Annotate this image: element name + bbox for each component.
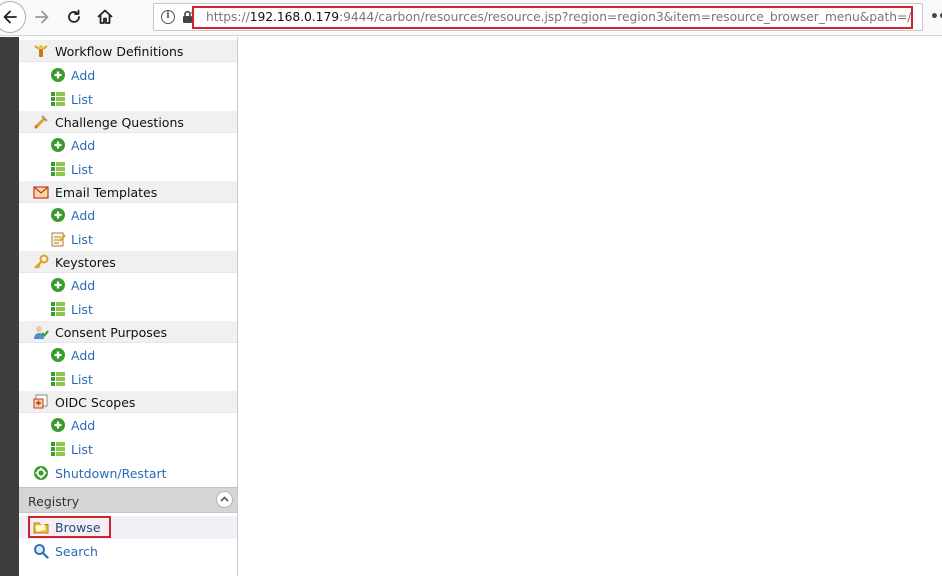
list-icon bbox=[51, 92, 65, 106]
list-label: List bbox=[71, 162, 93, 177]
add-icon bbox=[51, 68, 65, 82]
add-icon bbox=[51, 418, 65, 432]
search-label: Search bbox=[55, 544, 98, 559]
list-label: List bbox=[71, 92, 93, 107]
add-label: Add bbox=[71, 278, 96, 293]
section-workflow-definitions: Workflow Definitions bbox=[19, 40, 237, 62]
section-oidc-scopes: OIDC Scopes bbox=[19, 391, 237, 413]
section-title: Workflow Definitions bbox=[55, 44, 184, 59]
gear-icon bbox=[34, 466, 48, 480]
home-button[interactable] bbox=[92, 3, 118, 31]
list-icon bbox=[51, 372, 65, 386]
main-content-area bbox=[239, 37, 942, 576]
list-icon bbox=[51, 162, 65, 176]
challenge-add-link[interactable]: Add bbox=[19, 134, 237, 156]
keystores-add-link[interactable]: Add bbox=[19, 274, 237, 296]
arrow-right-icon bbox=[35, 10, 49, 24]
registry-title: Registry bbox=[28, 494, 80, 509]
home-icon bbox=[97, 9, 113, 24]
section-title: Consent Purposes bbox=[55, 325, 167, 340]
url-host: 192.168.0.179 bbox=[249, 10, 340, 24]
section-email-templates: Email Templates bbox=[19, 181, 237, 203]
arrow-left-icon bbox=[3, 10, 17, 24]
registry-search-link[interactable]: Search bbox=[19, 540, 237, 562]
reload-icon bbox=[68, 9, 80, 23]
add-icon bbox=[51, 208, 65, 222]
shutdown-label: Shutdown/Restart bbox=[55, 466, 167, 481]
collapse-button[interactable] bbox=[216, 491, 233, 508]
add-icon bbox=[51, 138, 65, 152]
notepad-list-icon bbox=[51, 232, 66, 247]
oidc-add-link[interactable]: Add bbox=[19, 414, 237, 436]
add-label: Add bbox=[71, 348, 96, 363]
forward-button[interactable] bbox=[30, 3, 54, 31]
reload-button[interactable] bbox=[62, 3, 86, 31]
section-challenge-questions: Challenge Questions bbox=[19, 111, 237, 133]
add-icon bbox=[51, 278, 65, 292]
list-label: List bbox=[71, 372, 93, 387]
consent-list-link[interactable]: List bbox=[19, 368, 237, 390]
workflow-list-link[interactable]: List bbox=[19, 88, 237, 110]
section-title: Email Templates bbox=[55, 185, 158, 200]
workflow-add-link[interactable]: Add bbox=[19, 64, 237, 86]
browser-toolbar: i https://192.168.0.179:9444/carbon/reso… bbox=[0, 0, 942, 36]
left-dark-strip bbox=[0, 37, 19, 576]
challenge-list-link[interactable]: List bbox=[19, 158, 237, 180]
list-label: List bbox=[71, 232, 93, 247]
email-add-link[interactable]: Add bbox=[19, 204, 237, 226]
section-keystores: Keystores bbox=[19, 251, 237, 273]
oidc-list-link[interactable]: List bbox=[19, 438, 237, 460]
back-button[interactable] bbox=[0, 1, 26, 33]
info-icon[interactable]: i bbox=[161, 10, 175, 24]
email-icon bbox=[33, 186, 49, 199]
chevron-up-icon bbox=[220, 496, 229, 502]
search-icon bbox=[34, 544, 49, 559]
list-label: List bbox=[71, 302, 93, 317]
sidebar-menu: Workflow Definitions Add List Challenge … bbox=[19, 37, 238, 576]
add-label: Add bbox=[71, 138, 96, 153]
url-text[interactable]: https://192.168.0.179:9444/carbon/resour… bbox=[206, 10, 911, 24]
add-label: Add bbox=[71, 418, 96, 433]
shutdown-restart-link[interactable]: Shutdown/Restart bbox=[19, 462, 237, 484]
challenge-icon bbox=[34, 115, 48, 129]
consent-icon bbox=[34, 326, 49, 339]
browse-highlight-box bbox=[28, 516, 111, 538]
section-title: OIDC Scopes bbox=[55, 395, 136, 410]
add-icon bbox=[51, 348, 65, 362]
section-consent-purposes: Consent Purposes bbox=[19, 321, 237, 343]
url-scheme: https:// bbox=[206, 10, 250, 24]
oidc-icon bbox=[33, 394, 48, 409]
email-list-link[interactable]: List bbox=[19, 228, 237, 250]
list-icon bbox=[51, 302, 65, 316]
url-path: :9444/carbon/resources/resource.jsp?regi… bbox=[339, 10, 912, 24]
add-label: Add bbox=[71, 208, 96, 223]
add-label: Add bbox=[71, 68, 96, 83]
workflow-icon bbox=[34, 45, 48, 57]
consent-add-link[interactable]: Add bbox=[19, 344, 237, 366]
registry-section-header[interactable]: Registry bbox=[19, 487, 237, 513]
key-icon bbox=[34, 254, 49, 269]
list-label: List bbox=[71, 442, 93, 457]
list-icon bbox=[51, 442, 65, 456]
keystores-list-link[interactable]: List bbox=[19, 298, 237, 320]
section-title: Keystores bbox=[55, 255, 116, 270]
address-bar[interactable]: i https://192.168.0.179:9444/carbon/reso… bbox=[153, 3, 923, 31]
more-icon[interactable]: •• bbox=[930, 9, 942, 25]
section-title: Challenge Questions bbox=[55, 115, 184, 130]
